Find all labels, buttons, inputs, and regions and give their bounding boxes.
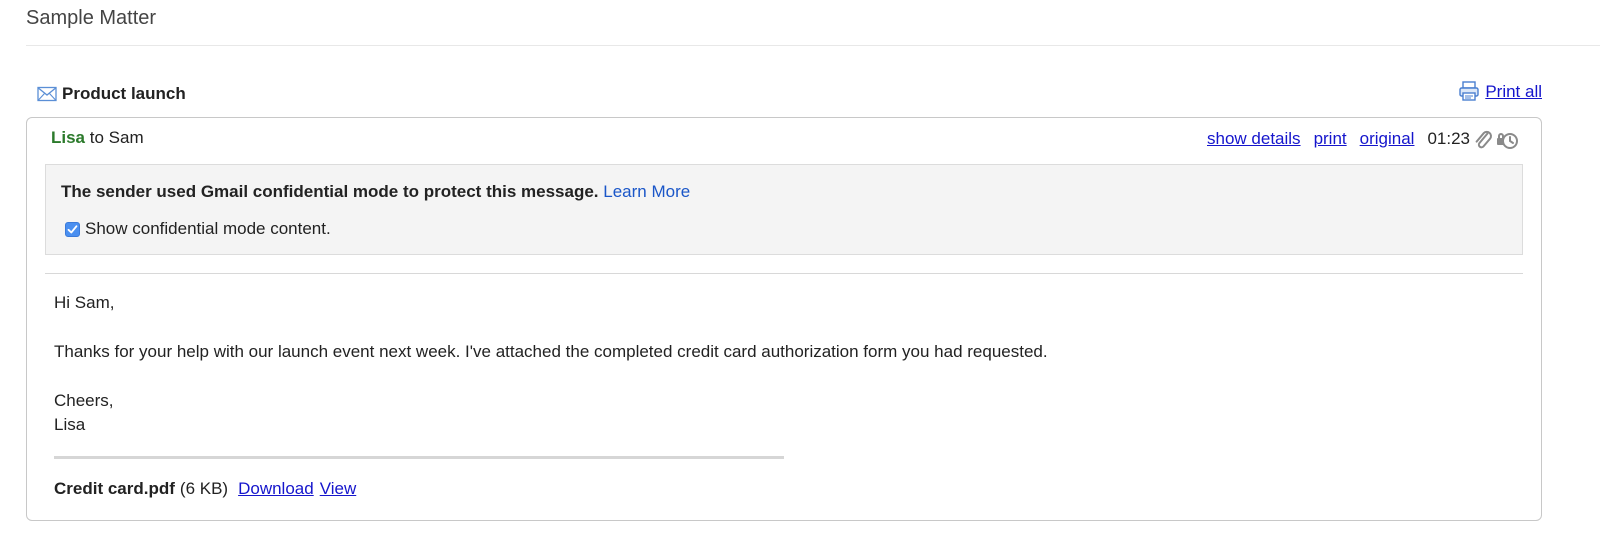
download-link[interactable]: Download [238, 479, 314, 499]
confidential-notice-text-row: The sender used Gmail confidential mode … [61, 182, 690, 202]
confidential-notice: The sender used Gmail confidential mode … [45, 164, 1523, 255]
confidential-checkbox-row[interactable]: Show confidential mode content. [65, 219, 331, 239]
checkmark-icon [67, 224, 78, 233]
matter-title: Sample Matter [26, 7, 157, 29]
print-all-control[interactable]: Print all [1458, 80, 1542, 102]
body-signoff: Cheers, [54, 391, 114, 410]
show-confidential-label: Show confidential mode content. [85, 219, 331, 238]
paperclip-icon [1473, 128, 1493, 150]
page: Sample Matter Product launch Print all L… [0, 0, 1600, 546]
message-header: Lisa to Sam [51, 128, 144, 148]
body-signature: Lisa [54, 415, 86, 434]
sender-name[interactable]: Lisa [51, 128, 85, 147]
header-divider [26, 45, 1600, 46]
show-details-link[interactable]: show details [1207, 129, 1301, 149]
thread-subject: Product launch [62, 84, 186, 103]
attachment-divider [54, 456, 784, 459]
body-paragraph: Thanks for your help with our launch eve… [54, 342, 1048, 361]
attachment-row: Credit card.pdf (6 KB) Download View [54, 479, 356, 499]
print-all-link[interactable]: Print all [1485, 82, 1542, 102]
confidential-notice-text: The sender used Gmail confidential mode … [61, 182, 599, 201]
show-confidential-checkbox[interactable] [65, 221, 80, 237]
body-greeting: Hi Sam, [54, 293, 115, 312]
message-actions: show details print original 01:23 [1194, 127, 1519, 151]
print-link[interactable]: print [1314, 129, 1347, 149]
message-body-divider [45, 273, 1523, 274]
original-link[interactable]: original [1360, 129, 1415, 149]
attachment-size: (6 KB) [179, 479, 229, 498]
thread-subject-row: Product launch [37, 84, 186, 104]
envelope-icon [37, 86, 57, 102]
view-link[interactable]: View [320, 479, 357, 499]
message-time: 01:23 [1427, 129, 1470, 148]
recipient-text: to Sam [89, 128, 144, 147]
learn-more-link[interactable]: Learn More [603, 182, 690, 201]
message-card: Lisa to Sam show details print original … [26, 117, 1542, 521]
printer-icon[interactable] [1458, 80, 1480, 102]
confidential-clock-icon [1495, 127, 1519, 151]
attachment-name: Credit card.pdf [54, 479, 175, 498]
